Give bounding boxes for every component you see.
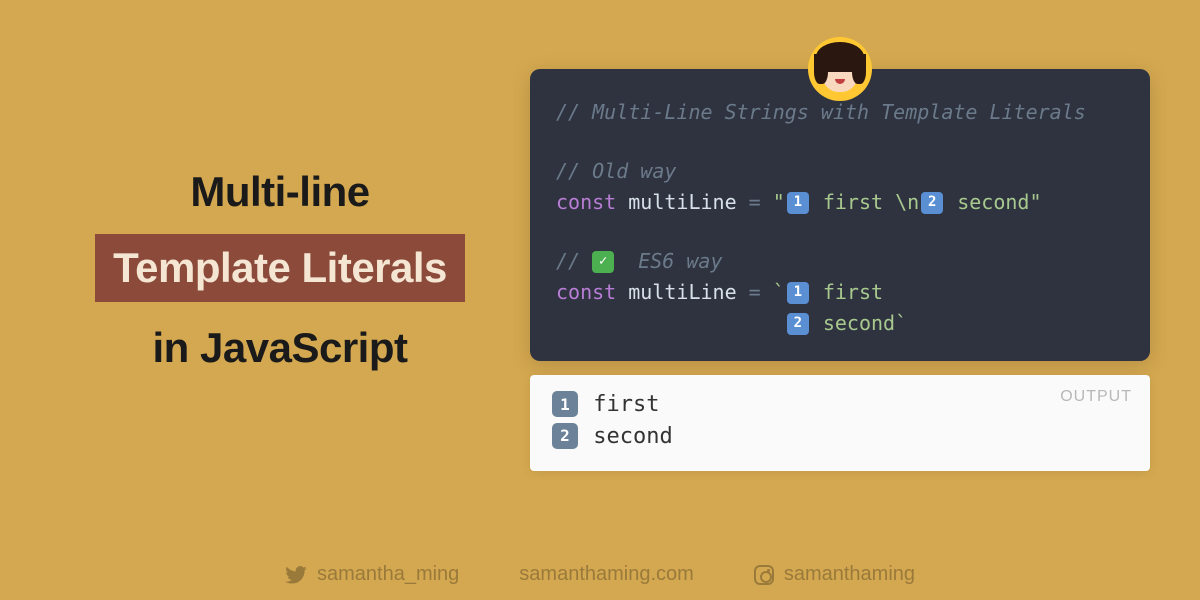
output-line-1: 1 first [552, 389, 1128, 421]
title-line-1: Multi-line [50, 168, 510, 216]
avatar [808, 37, 872, 101]
footer-twitter: samantha_ming [285, 563, 459, 586]
keycap-1-icon: 1 [552, 391, 578, 417]
instagram-icon [754, 565, 774, 585]
twitter-icon [285, 566, 307, 584]
website-url: samanthaming.com [519, 563, 694, 586]
keycap-2-icon: 2 [552, 423, 578, 449]
output-label: OUTPUT [1060, 385, 1132, 408]
keycap-1-icon: 1 [787, 192, 809, 214]
keycap-1-icon: 1 [787, 282, 809, 304]
footer: samantha_ming samanthaming.com samantham… [0, 563, 1200, 586]
title-highlight: Template Literals [95, 234, 465, 302]
code-comment-es6: ES6 way [614, 249, 722, 273]
title-line-3: in JavaScript [50, 324, 510, 372]
code-new-line-2: 2 second` [556, 308, 1124, 339]
title-block: Multi-line Template Literals in JavaScri… [50, 168, 530, 372]
output-panel: OUTPUT 1 first 2 second [530, 375, 1150, 471]
code-new-line-1: const multiLine = `1 first [556, 277, 1124, 308]
footer-instagram: samanthaming [754, 563, 915, 586]
check-icon: ✓ [592, 251, 614, 273]
footer-web: samanthaming.com [519, 563, 694, 586]
keycap-2-icon: 2 [787, 313, 809, 335]
code-comment-old: // Old way [556, 159, 676, 183]
output-line-2: 2 second [552, 421, 1128, 453]
code-comment-title: // Multi-Line Strings with Template Lite… [556, 100, 1086, 124]
twitter-handle: samantha_ming [317, 563, 459, 586]
instagram-handle: samanthaming [784, 563, 915, 586]
code-old-line: const multiLine = "1 first \n2 second" [556, 187, 1124, 218]
keycap-2-icon: 2 [921, 192, 943, 214]
code-panel: // Multi-Line Strings with Template Lite… [530, 69, 1150, 361]
